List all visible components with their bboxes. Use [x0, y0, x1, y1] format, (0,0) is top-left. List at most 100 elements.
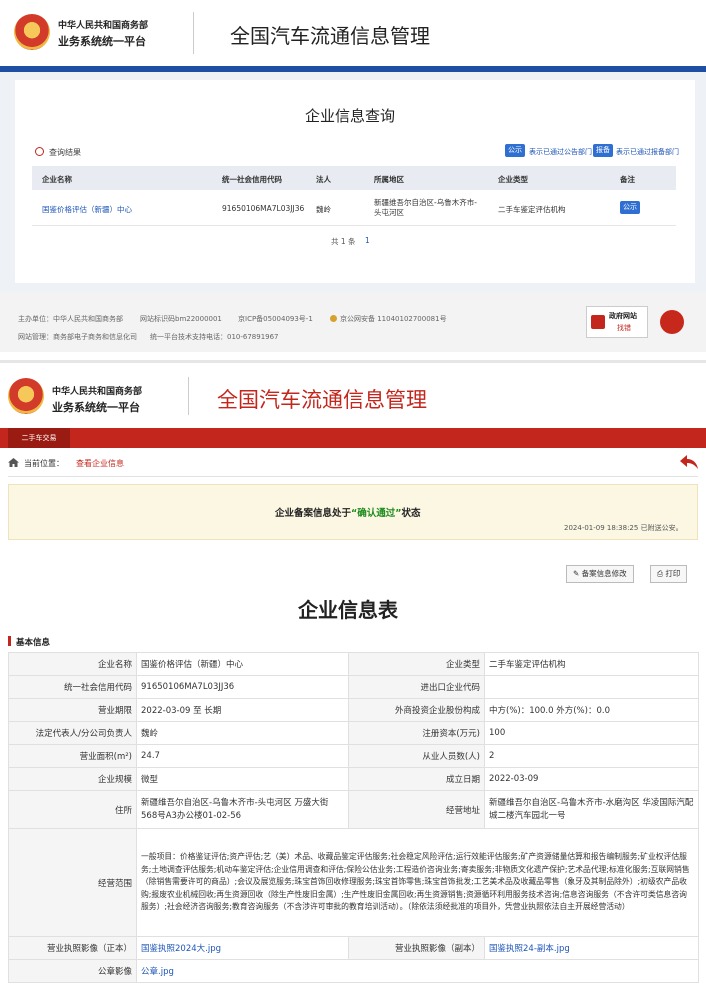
info-row: 企业规模 微型 成立日期 2022-03-09: [8, 767, 699, 791]
value-established-date: 2022-03-09: [484, 767, 699, 791]
value-business-term: 2022-03-09 至 长期: [136, 698, 349, 722]
value-license-copy-cell: 国鉴执照24-副本.jpg: [484, 936, 699, 960]
label-import-export-code: 进出口企业代码: [348, 675, 485, 699]
status-time: 2024-01-09 18:38:25 已附送公安。: [564, 524, 683, 532]
value-license-original-cell: 国鉴执照2024大.jpg: [136, 936, 349, 960]
form-title: 企业信息表: [298, 598, 398, 622]
header-divider-2: [188, 377, 189, 415]
result-icon: [35, 147, 44, 156]
footer-icp[interactable]: 京ICP备05004093号-1: [238, 314, 313, 324]
value-business-area: 24.7: [136, 744, 349, 768]
label-business-area: 营业面积(m²): [8, 744, 137, 768]
footer-support: 统一平台技术支持电话：010-67891967: [150, 333, 279, 341]
value-registered-capital: 100: [484, 721, 699, 745]
footer: 主办单位：中华人民共和国商务部 网站标识码bm22000001 京ICP备050…: [0, 292, 706, 352]
nav-bar: 二手车交易: [0, 428, 706, 448]
pager-page-1[interactable]: 1: [365, 236, 370, 245]
label-legal-rep: 法定代表人/分公司负责人: [8, 721, 137, 745]
status-notice: 企业备案信息处于“确认通过”状态 2024-01-09 18:38:25 已附送…: [8, 484, 698, 540]
breadcrumb-label: 当前位置：: [24, 459, 64, 468]
home-icon: [8, 458, 19, 467]
value-import-export-code: [484, 675, 699, 699]
party-badge-icon[interactable]: [660, 310, 684, 334]
value-business-scope: 一般项目：价格鉴证评估;资产评估;艺（美）术品、收藏品鉴定评估服务;社会稳定风险…: [136, 828, 699, 937]
footer-maintain: 网站管理：商务部电子商务和信息化司: [18, 333, 137, 341]
platform-name: 业务系统统一平台: [58, 35, 146, 48]
crumb-divider: [8, 476, 698, 477]
footer-police[interactable]: 京公网安备 11040102700081号: [340, 314, 447, 324]
row-company-name[interactable]: 国鉴价格评估（新疆）中心: [42, 204, 132, 215]
label-license-copy: 营业执照影像（副本）: [348, 936, 485, 960]
label-license-original: 营业执照影像（正本）: [8, 936, 137, 960]
national-emblem-icon-2: [8, 378, 44, 414]
label-residence: 住所: [8, 790, 137, 829]
section-title: 基本信息: [16, 638, 51, 648]
edit-record-button[interactable]: ✎ 备案信息修改: [566, 565, 634, 583]
label-credit-code: 统一社会信用代码: [8, 675, 137, 699]
value-employees: 2: [484, 744, 699, 768]
system-title-2: 全国汽车流通信息管理: [217, 388, 427, 412]
gov-site-error-button[interactable]: 政府网站 找错: [586, 306, 648, 338]
seal-image-link[interactable]: 公章.jpg: [141, 967, 174, 977]
public-legend-icon: 公示: [505, 144, 525, 157]
info-row: 法定代表人/分公司负责人 魏岭 注册资本(万元) 100: [8, 721, 699, 745]
info-table: 企业名称 国鉴价格评估（新疆）中心 企业类型 二手车鉴定评估机构 统一社会信用代…: [8, 652, 699, 983]
col-region: 所属地区: [374, 175, 404, 184]
label-business-term: 营业期限: [8, 698, 137, 722]
table-row[interactable]: 国鉴价格评估（新疆）中心 91650106MA7L03JJ36 魏岭 新疆维吾尔…: [32, 190, 676, 226]
info-row: 经营范围 一般项目：价格鉴证评估;资产评估;艺（美）术品、收藏品鉴定评估服务;社…: [8, 828, 699, 937]
status-message: 企业备案信息处于“确认通过”状态: [275, 505, 421, 519]
public-legend-text: 表示已通过公告部门: [529, 148, 592, 156]
row-public-badge[interactable]: 公示: [620, 201, 640, 214]
status-prefix: 企业备案信息处于: [275, 508, 352, 519]
license-copy-link[interactable]: 国鉴执照24-副本.jpg: [489, 944, 570, 954]
org-name: 中华人民共和国商务部: [58, 21, 149, 31]
section-marker: [8, 636, 11, 646]
footer-sponsor: 主办单位：中华人民共和国商务部: [18, 315, 123, 323]
info-row: 住所 新疆维吾尔自治区-乌鲁木齐市-头屯河区 万盛大街568号A3办公楼01-0…: [8, 790, 699, 829]
status-suffix: 状态: [401, 508, 421, 519]
print-button[interactable]: ⎙ 打印: [650, 565, 688, 583]
col-credit-code: 统一社会信用代码: [222, 175, 282, 184]
label-registered-capital: 注册资本(万元): [348, 721, 485, 745]
value-share-structure: 中方(%)：100.0 外方(%)：0.0: [484, 698, 699, 722]
label-business-address: 经营地址: [348, 790, 485, 829]
report-legend-text: 表示已通过报备部门: [616, 148, 679, 156]
label-company-scale: 企业规模: [8, 767, 137, 791]
info-row: 营业期限 2022-03-09 至 长期 外商投资企业股份构成 中方(%)：10…: [8, 698, 699, 722]
info-row: 营业面积(m²) 24.7 从业人员数(人) 2: [8, 744, 699, 768]
value-seal-image-cell: 公章.jpg: [136, 959, 699, 983]
label-company-type: 企业类型: [348, 652, 485, 676]
back-arrow-icon[interactable]: [680, 455, 698, 469]
info-row: 公章影像 公章.jpg: [8, 959, 699, 983]
report-legend-icon: 报备: [593, 144, 613, 157]
col-legal: 法人: [316, 175, 331, 184]
platform-name-2: 业务系统统一平台: [52, 401, 140, 414]
info-row: 统一社会信用代码 91650106MA7L03JJ36 进出口企业代码: [8, 675, 699, 699]
edit-record-label: 备案信息修改: [581, 569, 627, 578]
national-emblem-icon: [14, 14, 50, 50]
gov-site-icon: [591, 315, 605, 329]
label-company-name: 企业名称: [8, 652, 137, 676]
print-label: 打印: [665, 569, 681, 578]
police-badge-icon: [330, 315, 337, 322]
query-card: 企业信息查询 查询结果 公示 表示已通过公告部门 报备 表示已通过报备部门 企业…: [15, 80, 695, 283]
edit-icon: ✎: [573, 569, 582, 578]
query-title: 企业信息查询: [305, 107, 396, 125]
value-company-type: 二手车鉴定评估机构: [484, 652, 699, 676]
tab-used-car-trade[interactable]: 二手车交易: [8, 428, 70, 448]
org-name-2: 中华人民共和国商务部: [52, 387, 143, 397]
label-employees: 从业人员数(人): [348, 744, 485, 768]
value-legal-rep: 魏岭: [136, 721, 349, 745]
system-title: 全国汽车流通信息管理: [230, 24, 430, 48]
breadcrumb-current[interactable]: 查看企业信息: [76, 458, 124, 469]
row-credit-code: 91650106MA7L03JJ36: [222, 204, 305, 213]
license-original-link[interactable]: 国鉴执照2024大.jpg: [141, 944, 221, 954]
info-row: 企业名称 国鉴价格评估（新疆）中心 企业类型 二手车鉴定评估机构: [8, 652, 699, 676]
value-residence: 新疆维吾尔自治区-乌鲁木齐市-头屯河区 万盛大街568号A3办公楼01-02-5…: [136, 790, 349, 829]
status-value: “确认通过”: [351, 508, 402, 519]
label-established-date: 成立日期: [348, 767, 485, 791]
top-header: 中华人民共和国商务部 业务系统统一平台 全国汽车流通信息管理: [0, 0, 706, 66]
result-table-header: 企业名称 统一社会信用代码 法人 所属地区 企业类型 备注: [32, 166, 676, 190]
info-row: 营业执照影像（正本） 国鉴执照2024大.jpg 营业执照影像（副本） 国鉴执照…: [8, 936, 699, 960]
